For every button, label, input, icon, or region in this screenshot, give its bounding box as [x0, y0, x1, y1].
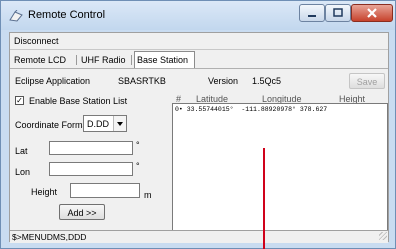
menu-disconnect[interactable]: Disconnect	[14, 36, 59, 46]
list-item-height: 378.627	[299, 106, 328, 113]
tab-strip: Remote LCD UHF Radio Base Station	[10, 51, 388, 68]
status-text: $>MENUDMS,DDD	[12, 232, 87, 242]
lat-input[interactable]	[49, 141, 133, 155]
list-item-latitude: 33.55744015°	[186, 106, 234, 113]
list-item-longitude: -111.88920978°	[241, 106, 296, 113]
application-name: SBASRTKB	[118, 76, 166, 86]
add-button-label: Add >>	[67, 208, 97, 218]
add-button[interactable]: Add >>	[59, 204, 105, 220]
menu-bar: Disconnect	[10, 33, 388, 50]
close-button[interactable]	[351, 4, 393, 22]
lon-unit: °	[136, 161, 140, 171]
tab-separator	[76, 55, 77, 65]
status-bar: $>MENUDMS,DDD	[10, 230, 388, 243]
maximize-button[interactable]	[325, 4, 351, 22]
minimize-button[interactable]	[299, 4, 325, 22]
tab-uhf-radio-label: UHF Radio	[81, 55, 126, 65]
height-label: Height	[31, 187, 58, 197]
lat-label: Lat	[15, 146, 28, 156]
maximize-icon	[333, 8, 343, 17]
tab-base-station-label: Base Station	[137, 55, 189, 65]
save-button[interactable]: Save	[349, 73, 385, 89]
tab-base-station[interactable]: Base Station	[134, 51, 195, 68]
version-value: 1.5Qc5	[252, 76, 282, 86]
remote-control-app-icon	[9, 10, 23, 22]
height-input[interactable]	[70, 183, 140, 198]
remote-control-window: Remote Control Disconnect Remote LCD UHF…	[0, 0, 396, 249]
title-bar[interactable]: Remote Control	[1, 1, 395, 30]
version-label: Version	[208, 76, 239, 86]
height-unit: m	[144, 190, 152, 200]
base-station-list[interactable]: 0• 33.55744015° -111.88920978° 378.627	[172, 103, 388, 231]
coordinate-format-select[interactable]: D.DD	[83, 115, 127, 132]
coordinate-format-value: D.DD	[87, 119, 109, 129]
eclipse-application-label: Eclipse Application	[15, 76, 91, 86]
resize-grip-icon[interactable]	[379, 232, 387, 240]
enable-base-station-list-checkbox[interactable]: ✓	[15, 96, 24, 105]
red-pointer-line	[263, 148, 265, 249]
client-area: Disconnect Remote LCD UHF Radio Base Sta…	[9, 32, 389, 243]
coordinate-format-label: Coordinate Format	[15, 120, 91, 130]
tab-separator	[131, 55, 132, 65]
list-item-marker: •	[178, 106, 183, 113]
enable-base-station-list-label: Enable Base Station List	[29, 96, 128, 106]
save-button-label: Save	[356, 77, 378, 87]
minimize-icon	[308, 15, 316, 17]
lon-input[interactable]	[49, 162, 133, 176]
tab-remote-lcd-label: Remote LCD	[14, 55, 67, 65]
window-title: Remote Control	[28, 9, 106, 21]
lat-unit: °	[136, 140, 140, 150]
lon-label: Lon	[15, 167, 31, 177]
list-item[interactable]: 0• 33.55744015° -111.88920978° 378.627	[175, 106, 327, 113]
chevron-down-icon[interactable]	[113, 116, 126, 131]
close-icon	[367, 8, 377, 18]
